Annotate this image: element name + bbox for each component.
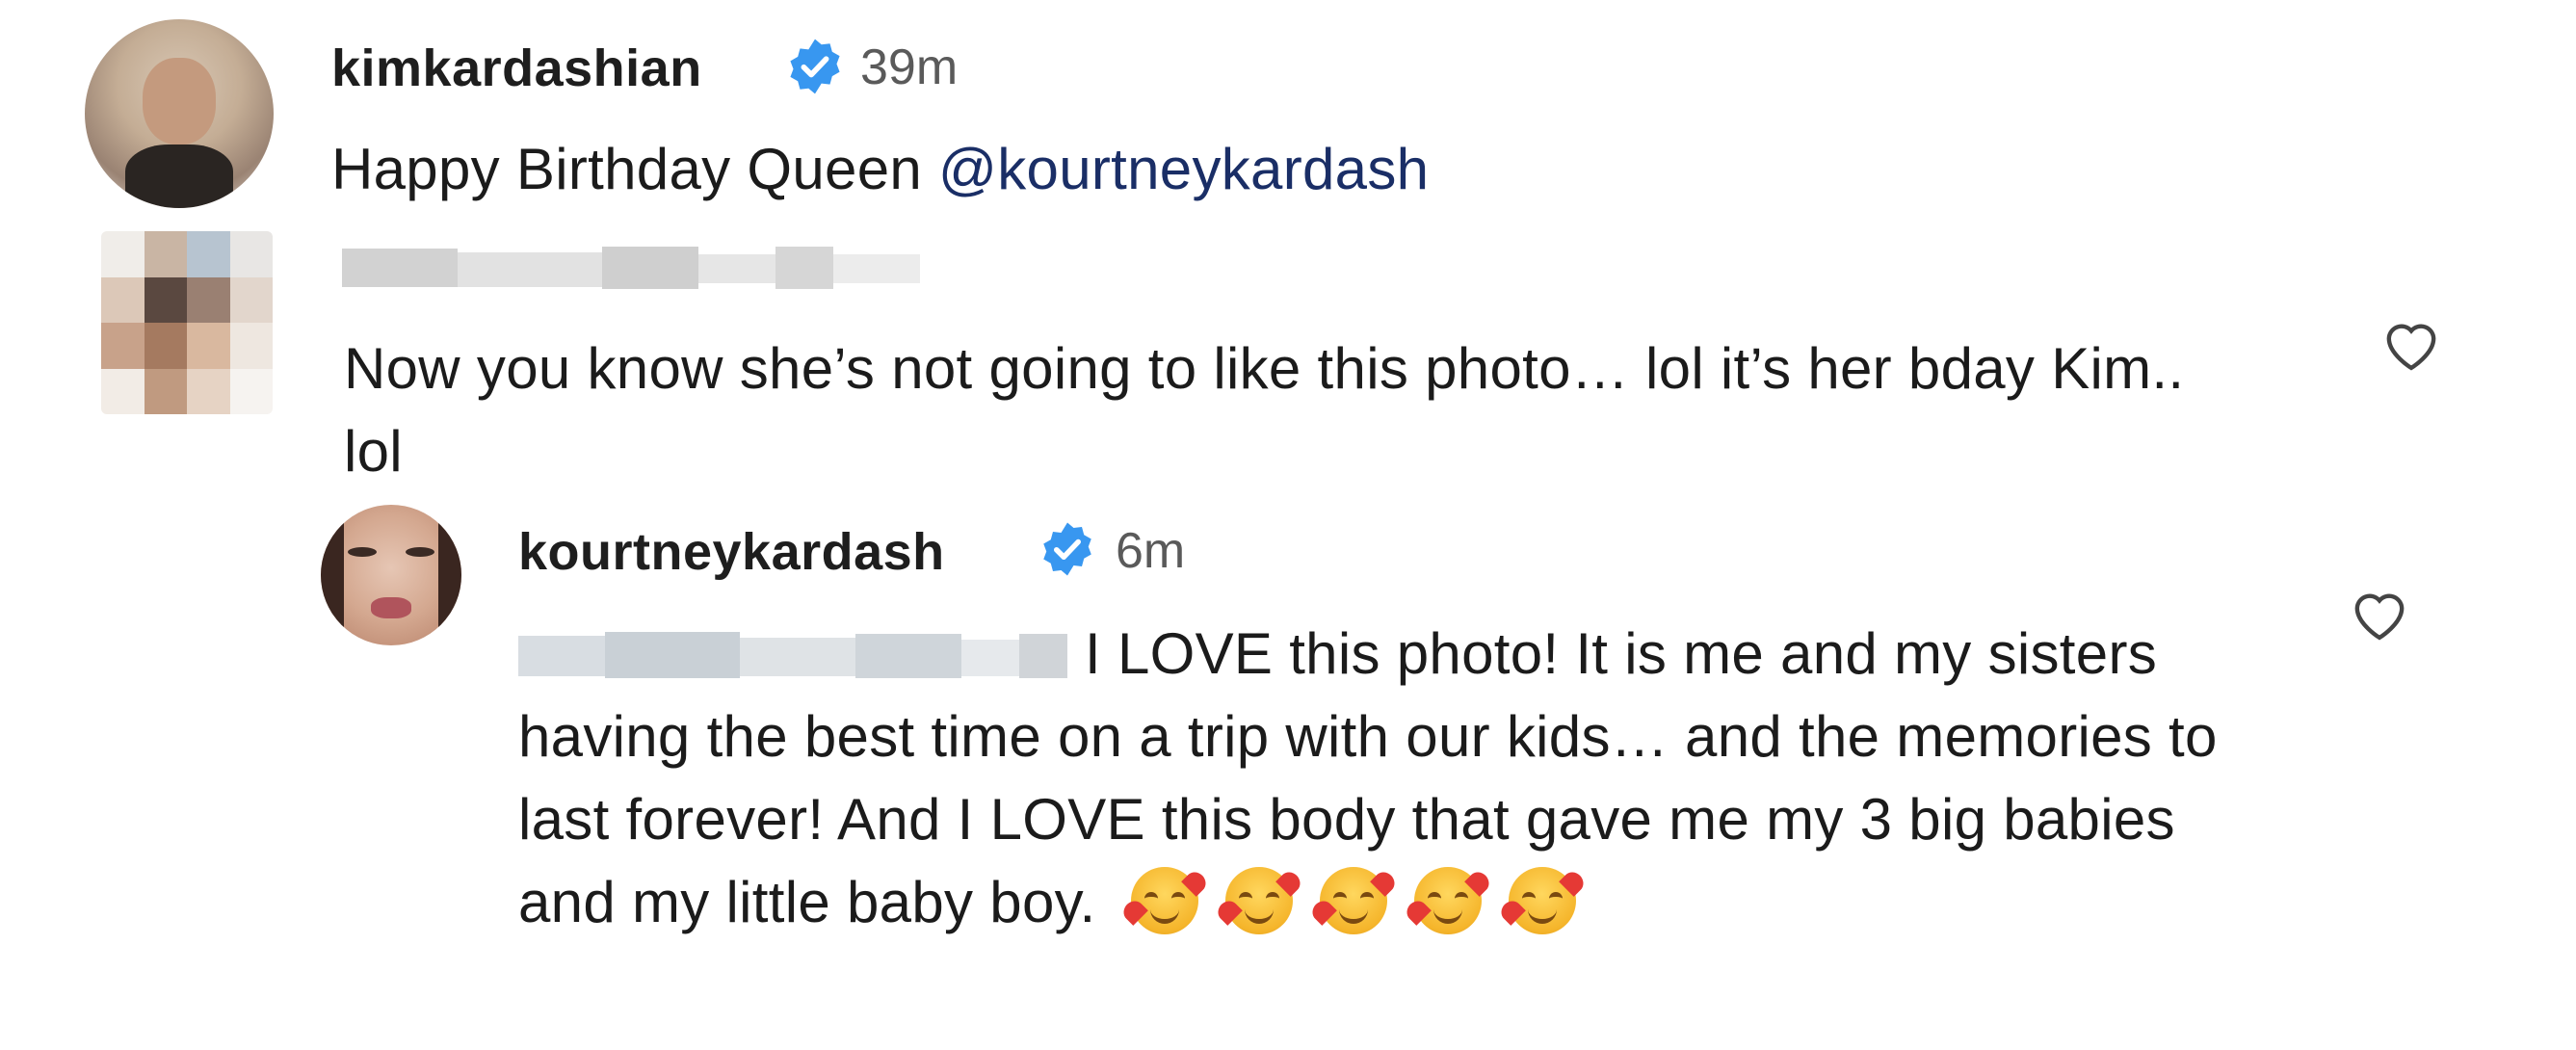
avatar-hair bbox=[321, 505, 344, 645]
mention-link[interactable]: @kourtneykardash bbox=[938, 137, 1429, 201]
heart-outline-icon[interactable] bbox=[2348, 584, 2411, 642]
heart-outline-icon[interactable] bbox=[2379, 314, 2443, 372]
avatar-feature bbox=[406, 547, 434, 557]
comment-username[interactable]: kimkardashian bbox=[331, 39, 702, 98]
avatar-face bbox=[143, 58, 216, 144]
smiling-face-with-hearts-icon bbox=[1320, 867, 1388, 935]
reply-text: I LOVE this photo! It is me and my siste… bbox=[518, 613, 2272, 944]
avatar-feature bbox=[348, 547, 377, 557]
avatar-body bbox=[125, 144, 233, 208]
reply-timestamp: 6m bbox=[1116, 523, 1186, 579]
smiling-face-with-hearts-icon bbox=[1414, 867, 1483, 935]
comment-text-body: Happy Birthday Queen bbox=[331, 137, 939, 201]
verified-badge-icon bbox=[1043, 522, 1091, 576]
avatar-kourtneykardash[interactable] bbox=[321, 505, 461, 645]
emoji-group bbox=[1131, 867, 1603, 935]
avatar-feature bbox=[371, 597, 411, 618]
comment-timestamp: 39m bbox=[860, 39, 959, 95]
smiling-face-with-hearts-icon bbox=[1131, 867, 1199, 935]
comment-text: Happy Birthday Queen @kourtneykardash bbox=[331, 128, 2258, 211]
verified-badge-icon bbox=[790, 39, 840, 94]
avatar-hair bbox=[438, 505, 461, 645]
comment-text: Now you know she’s not going to like thi… bbox=[344, 336, 2185, 484]
smiling-face-with-hearts-icon bbox=[1509, 867, 1577, 935]
avatar-anonymous[interactable] bbox=[101, 231, 273, 414]
redacted-username bbox=[342, 247, 920, 289]
reply-username[interactable]: kourtneykardash bbox=[518, 522, 945, 582]
smiling-face-with-hearts-icon bbox=[1225, 867, 1294, 935]
avatar-kimkardashian[interactable] bbox=[85, 19, 274, 208]
